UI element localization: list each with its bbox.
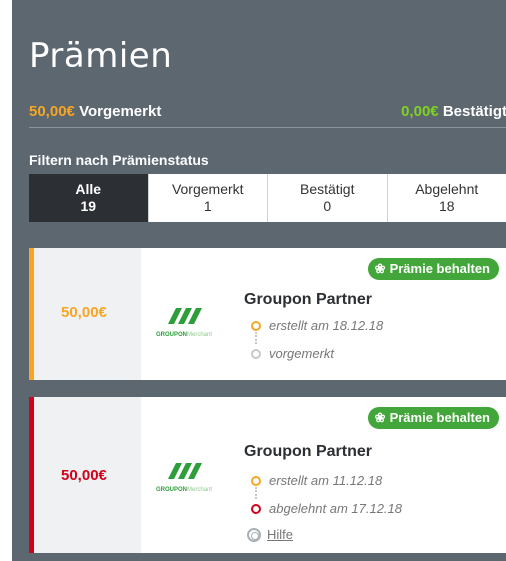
award-icon: ❀ bbox=[374, 261, 386, 276]
pending-amount: 50,00€ bbox=[29, 103, 75, 120]
lifebuoy-icon bbox=[247, 528, 261, 542]
reward-card[interactable]: 50,00€ ❀ Prämie behalten GROUPON Merchant… bbox=[29, 248, 506, 380]
tab-pending[interactable]: Vorgemerkt 1 bbox=[149, 174, 268, 222]
tab-label: Alle bbox=[75, 181, 102, 197]
keep-reward-badge[interactable]: ❀ Prämie behalten bbox=[367, 258, 499, 280]
step-rejected-icon bbox=[251, 504, 261, 514]
reward-amount: 50,00€ bbox=[61, 304, 107, 321]
step-text: abgelehnt am 17.12.18 bbox=[269, 501, 402, 516]
confirmed-amount: 0,00€ bbox=[401, 103, 439, 120]
timeline-connector bbox=[255, 332, 257, 344]
badge-label: Prämie behalten bbox=[389, 261, 490, 276]
tab-count: 18 bbox=[438, 198, 455, 214]
step-done-icon bbox=[251, 321, 261, 331]
groupon-merchant-logo: GROUPON Merchant bbox=[156, 308, 212, 338]
award-icon: ❀ bbox=[374, 410, 386, 425]
rewards-panel: Prämien 50,00€ Vorgemerkt 0,00€ Bestätig… bbox=[12, 0, 506, 561]
step-pending-icon bbox=[251, 349, 261, 359]
pending-summary: 50,00€ Vorgemerkt bbox=[29, 103, 161, 120]
logo-subtext: Merchant bbox=[187, 332, 212, 338]
tab-confirmed[interactable]: Bestätigt 0 bbox=[268, 174, 388, 222]
confirmed-label: Bestätigt bbox=[442, 103, 506, 120]
logo-text: GROUPON bbox=[156, 487, 187, 493]
badge-label: Prämie behalten bbox=[389, 410, 490, 425]
timeline-connector bbox=[255, 487, 257, 499]
tab-count: 0 bbox=[323, 198, 332, 214]
pending-label: Vorgemerkt bbox=[79, 103, 162, 120]
reward-card[interactable]: 50,00€ ❀ Prämie behalten GROUPON Merchant… bbox=[29, 397, 506, 553]
groupon-merchant-logo: GROUPON Merchant bbox=[156, 463, 212, 493]
step-text: erstellt am 11.12.18 bbox=[269, 473, 383, 488]
step-text: erstellt am 18.12.18 bbox=[269, 318, 384, 333]
tab-count: 19 bbox=[80, 198, 97, 214]
help-link-row: Hilfe bbox=[247, 527, 293, 542]
partner-name: Groupon Partner bbox=[244, 443, 373, 460]
help-link[interactable]: Hilfe bbox=[267, 527, 293, 542]
rewards-summary: 50,00€ Vorgemerkt 0,00€ Bestätigt bbox=[29, 103, 506, 128]
logo-subtext: Merchant bbox=[187, 487, 212, 493]
step-text: vorgemerkt bbox=[269, 346, 335, 361]
tab-label: Bestätigt bbox=[300, 181, 355, 197]
reward-amount: 50,00€ bbox=[61, 467, 107, 484]
status-filter-tabs: Alle 19 Vorgemerkt 1 Bestätigt 0 Abgeleh… bbox=[29, 174, 506, 222]
tab-rejected[interactable]: Abgelehnt 18 bbox=[388, 174, 506, 222]
tab-label: Abgelehnt bbox=[415, 181, 479, 197]
tab-label: Vorgemerkt bbox=[171, 181, 244, 197]
partner-name: Groupon Partner bbox=[244, 291, 373, 308]
page-title: Prämien bbox=[29, 36, 173, 76]
tab-all[interactable]: Alle 19 bbox=[29, 174, 149, 222]
filter-label: Filtern nach Prämienstatus bbox=[29, 152, 209, 168]
step-done-icon bbox=[251, 476, 261, 486]
logo-text: GROUPON bbox=[156, 332, 187, 338]
keep-reward-badge[interactable]: ❀ Prämie behalten bbox=[367, 407, 499, 429]
tab-count: 1 bbox=[203, 198, 212, 214]
confirmed-summary: 0,00€ Bestätigt bbox=[401, 103, 506, 120]
